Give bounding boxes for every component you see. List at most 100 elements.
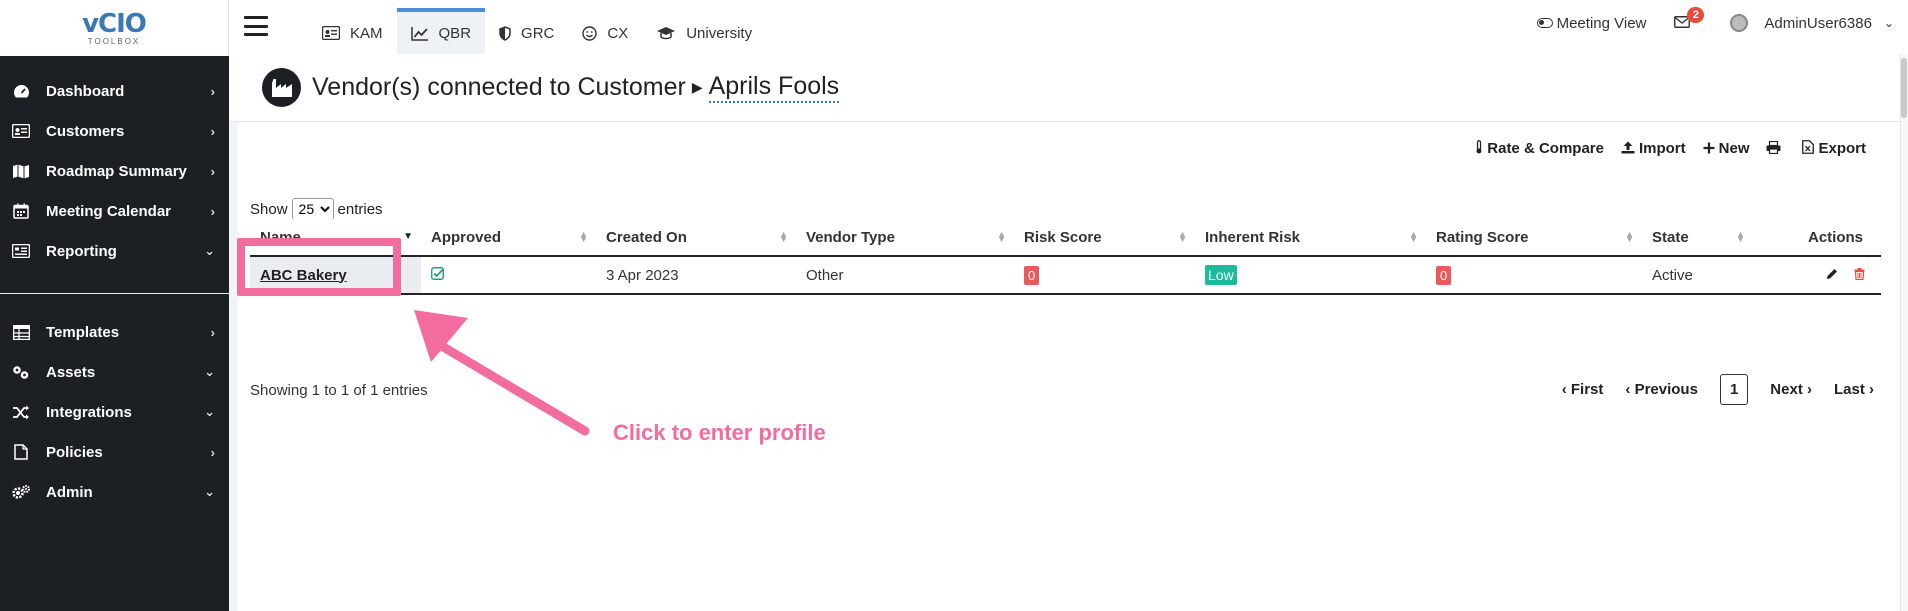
- sidebar-item-assets[interactable]: Assets ⌄: [0, 352, 229, 392]
- top-right-controls: Meeting View 2 AdminUser6386 ⌄: [1536, 6, 1894, 32]
- column-header-created-on[interactable]: Created On ▲ ▼: [596, 219, 796, 257]
- pagination-last[interactable]: Last ›: [1834, 381, 1874, 398]
- tab-university[interactable]: University: [642, 8, 766, 54]
- topbar: KAM QBR GRC CX University Meeting View 2…: [229, 0, 1908, 54]
- column-header-vendor-type[interactable]: Vendor Type ▲ ▼: [796, 219, 1014, 257]
- sidebar-item-meeting-calendar[interactable]: Meeting Calendar ›: [0, 191, 229, 231]
- sidebar-item-label: Integrations: [46, 403, 132, 421]
- column-header-rating-score[interactable]: Rating Score ▲ ▼: [1426, 219, 1642, 257]
- rating-score-cell: 0: [1426, 256, 1642, 295]
- sidebar-divider: [0, 293, 229, 294]
- customer-link[interactable]: Aprils Fools: [708, 72, 840, 103]
- logo-area[interactable]: vCIO TOOLBOX: [0, 0, 229, 56]
- logo: vCIO TOOLBOX: [82, 8, 147, 46]
- logo-main: vCIO: [82, 8, 147, 39]
- vendor-type-cell: Other: [796, 256, 1014, 295]
- pagination-first[interactable]: ‹ First: [1562, 381, 1604, 398]
- sidebar-item-admin[interactable]: Admin ⌄: [0, 472, 229, 512]
- show-entries-control: Show 25 entries: [250, 198, 383, 220]
- approved-cell: [421, 256, 596, 295]
- hamburger-menu-icon[interactable]: [244, 16, 268, 36]
- chevron-right-icon: ›: [210, 123, 215, 139]
- vertical-scrollbar[interactable]: [1900, 54, 1908, 611]
- scrollbar-thumb[interactable]: [1901, 58, 1907, 118]
- column-header-approved[interactable]: Approved ▲ ▼: [421, 219, 596, 257]
- upload-icon: [1621, 141, 1635, 157]
- mail-button[interactable]: 2: [1674, 6, 1705, 32]
- sort-icon: ▲ ▼: [1178, 229, 1187, 244]
- pagination-next[interactable]: Next ›: [1770, 381, 1812, 398]
- risk-score-cell: 0: [1014, 256, 1195, 295]
- chevron-down-icon: ⌄: [204, 404, 215, 419]
- chevron-right-icon: ›: [210, 203, 215, 219]
- table-header-row: Name ▼ Approved ▲ ▼ Created On ▲ ▼ Vendor Typ…: [250, 219, 1881, 257]
- table-toolbar: Rate & Compare Import New Export: [1458, 140, 1866, 157]
- tab-qbr[interactable]: QBR: [396, 8, 486, 54]
- sort-icon: ▲ ▼: [779, 229, 788, 244]
- export-button[interactable]: Export: [1802, 140, 1866, 157]
- column-header-state[interactable]: State ▲ ▼: [1642, 219, 1753, 257]
- sort-icon: ▲ ▼: [1409, 229, 1418, 244]
- sort-icon: ▲ ▼: [579, 229, 588, 244]
- entries-per-page-select[interactable]: 25: [291, 198, 334, 220]
- print-icon: [1766, 140, 1781, 157]
- map-icon: [11, 163, 31, 179]
- logo-sub: TOOLBOX: [87, 36, 141, 46]
- calendar-icon: [11, 203, 31, 219]
- graduation-cap-icon: [656, 26, 676, 40]
- line-chart-icon: [410, 26, 429, 41]
- meeting-view-label: Meeting View: [1556, 14, 1647, 32]
- risk-score-badge: 0: [1024, 265, 1040, 285]
- page-header: Vendor(s) connected to Customer ▶ Aprils…: [229, 54, 1900, 122]
- dashboard-icon: [11, 83, 31, 99]
- column-header-inherent-risk[interactable]: Inherent Risk ▲ ▼: [1195, 219, 1426, 257]
- actions-cell: [1753, 256, 1881, 295]
- column-header-risk-score[interactable]: Risk Score ▲ ▼: [1014, 219, 1195, 257]
- sidebar-item-policies[interactable]: Policies ›: [0, 432, 229, 472]
- user-menu[interactable]: AdminUser6386 ⌄: [1730, 14, 1894, 32]
- trash-icon[interactable]: [1854, 267, 1865, 283]
- pagination: ‹ First ‹ Previous 1 Next › Last ›: [1540, 374, 1874, 405]
- sidebar-item-label: Admin: [46, 483, 93, 501]
- import-button[interactable]: Import: [1621, 140, 1686, 157]
- pagination-page-1[interactable]: 1: [1719, 374, 1749, 405]
- new-button[interactable]: New: [1703, 140, 1750, 157]
- tab-grc[interactable]: GRC: [485, 8, 568, 54]
- sidebar-item-label: Assets: [46, 363, 96, 381]
- sort-icon: ▲ ▼: [1625, 229, 1634, 244]
- sidebar-item-integrations[interactable]: Integrations ⌄: [0, 392, 229, 432]
- tab-cx[interactable]: CX: [568, 8, 642, 54]
- edit-pencil-icon[interactable]: [1826, 267, 1842, 283]
- chevron-down-icon: ⌄: [1883, 16, 1894, 30]
- sidebar-item-customers[interactable]: Customers ›: [0, 111, 229, 151]
- entries-label: entries: [337, 200, 383, 218]
- customers-icon: [11, 123, 31, 139]
- mail-count-badge: 2: [1687, 6, 1705, 23]
- sidebar-item-reporting[interactable]: Reporting ⌄: [0, 231, 229, 271]
- file-excel-icon: [1802, 140, 1815, 157]
- thermometer-icon: [1475, 140, 1483, 157]
- caret-right-icon: ▶: [691, 79, 703, 95]
- tab-label: University: [686, 24, 753, 42]
- tab-kam[interactable]: KAM: [308, 8, 397, 54]
- gears-icon: [11, 484, 31, 500]
- check-square-icon: [431, 266, 444, 283]
- sidebar-nav: Dashboard › Customers › Roadmap Summary …: [0, 56, 229, 271]
- chevron-down-icon: ⌄: [204, 364, 215, 379]
- new-label: New: [1718, 140, 1750, 157]
- show-label: Show: [250, 200, 288, 218]
- reporting-icon: [11, 243, 31, 259]
- toggle-icon: [1536, 18, 1553, 28]
- pagination-previous[interactable]: ‹ Previous: [1625, 381, 1698, 398]
- sidebar-item-roadmap-summary[interactable]: Roadmap Summary ›: [0, 151, 229, 191]
- sidebar-item-label: Policies: [46, 443, 103, 461]
- sidebar-item-templates[interactable]: Templates ›: [0, 312, 229, 352]
- vendor-table: Name ▼ Approved ▲ ▼ Created On ▲ ▼ Vendor Typ…: [250, 219, 1881, 295]
- annotation-highlight-box: [237, 238, 401, 296]
- rate-compare-button[interactable]: Rate & Compare: [1475, 140, 1604, 157]
- state-cell: Active: [1642, 256, 1753, 295]
- sidebar: vCIO TOOLBOX Dashboard › Customers › Roa…: [0, 0, 229, 611]
- meeting-view-toggle[interactable]: Meeting View: [1536, 14, 1647, 32]
- sidebar-item-dashboard[interactable]: Dashboard ›: [0, 71, 229, 111]
- print-button[interactable]: [1766, 140, 1785, 157]
